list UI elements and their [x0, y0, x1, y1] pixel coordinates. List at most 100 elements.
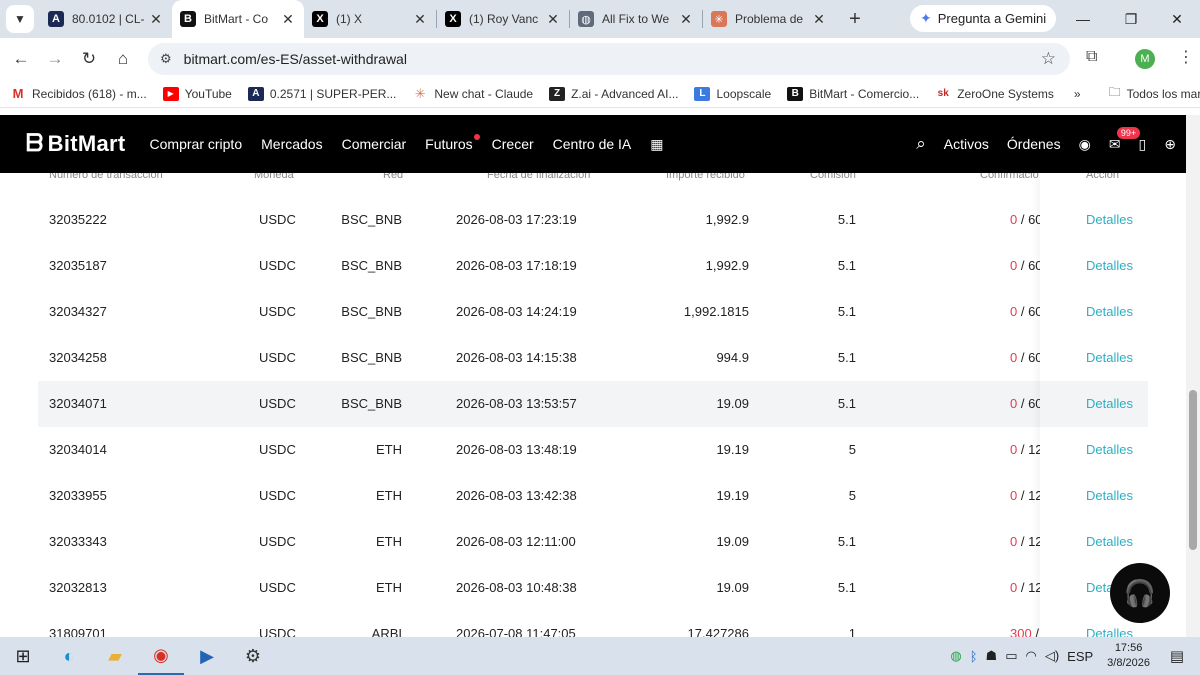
cell-confirmations: 0 / 12: [1010, 580, 1043, 595]
details-link[interactable]: Detalles: [1086, 396, 1133, 411]
site-settings-icon[interactable]: ⚙: [160, 51, 172, 67]
page-scrollbar[interactable]: [1186, 115, 1200, 637]
close-window-button[interactable]: ✕: [1154, 0, 1200, 38]
nav-item[interactable]: Comerciar: [342, 136, 407, 152]
notifications-icon[interactable]: ▤: [1162, 647, 1192, 665]
home-icon[interactable]: ⌂: [106, 49, 140, 69]
nav-item[interactable]: Centro de IA: [553, 136, 632, 152]
clock[interactable]: 17:56 3/8/2026: [1107, 641, 1150, 671]
bitmart-logo[interactable]: ᗷ BitMart: [26, 130, 126, 158]
bookmark-star-icon[interactable]: ☆: [1041, 49, 1056, 69]
reload-icon[interactable]: ↻: [72, 49, 106, 69]
close-tab-icon[interactable]: ✕: [280, 11, 296, 28]
cell-transaction-id: 32034327: [49, 304, 107, 319]
table-row[interactable]: 32033343 USDC ETH 2026-08-03 12:11:00 19.09 5…: [38, 519, 1148, 565]
browser-menu-icon[interactable]: ⋮: [1178, 47, 1194, 67]
assets-link[interactable]: Activos: [944, 136, 989, 152]
table-row[interactable]: 32032813 USDC ETH 2026-08-03 10:48:38 19.09 5…: [38, 565, 1148, 611]
table-row[interactable]: 32033955 USDC ETH 2026-08-03 13:42:38 19.19 5…: [38, 473, 1148, 519]
close-tab-icon[interactable]: ✕: [412, 11, 428, 28]
extensions-icon[interactable]: ⧉: [1086, 48, 1097, 66]
details-link[interactable]: Detalles: [1086, 212, 1133, 227]
windows-start-icon[interactable]: ⊞: [0, 637, 46, 675]
bookmark-item[interactable]: sk ZeroOne Systems: [935, 87, 1054, 101]
details-link[interactable]: Detalles: [1086, 626, 1133, 637]
forward-icon[interactable]: →: [38, 49, 72, 69]
ask-gemini-button[interactable]: ✦ Pregunta a Gemini: [910, 5, 1056, 32]
powershell-icon[interactable]: ▶: [184, 637, 230, 675]
browser-tab[interactable]: A 80.0102 | CL- ✕: [40, 0, 172, 38]
settings-gear-icon[interactable]: ⚙: [230, 637, 276, 675]
new-tab-button[interactable]: +: [841, 8, 869, 31]
details-link[interactable]: Detalles: [1086, 534, 1133, 549]
cell-transaction-id: 32034258: [49, 350, 107, 365]
apps-grid-icon[interactable]: ▦: [650, 136, 663, 153]
back-icon[interactable]: ←: [4, 49, 38, 69]
minimize-button[interactable]: —: [1060, 0, 1106, 38]
cell-transaction-id: 32032813: [49, 580, 107, 595]
download-app-icon[interactable]: ▯: [1139, 136, 1147, 153]
address-bar-row: ← → ↻ ⌂ ⚙ bitmart.com/es-ES/asset-withdr…: [0, 38, 1200, 80]
account-icon[interactable]: ◉: [1079, 136, 1091, 153]
details-link[interactable]: Detalles: [1086, 304, 1133, 319]
nav-item[interactable]: Futuros: [425, 134, 480, 152]
details-link[interactable]: Detalles: [1086, 488, 1133, 503]
bookmark-item[interactable]: M Recibidos (618) - m...: [10, 86, 147, 101]
more-bookmarks-button[interactable]: »: [1074, 87, 1081, 101]
bookmark-item[interactable]: Z Z.ai - Advanced AI...: [549, 86, 678, 101]
language-globe-icon[interactable]: ⊕: [1164, 136, 1176, 153]
confirmations-separator: /: [1017, 212, 1029, 227]
table-row[interactable]: 32034014 USDC ETH 2026-08-03 13:48:19 19.19 5…: [38, 427, 1148, 473]
bookmark-item[interactable]: B BitMart - Comercio...: [787, 86, 919, 101]
nav-item[interactable]: Comprar cripto: [150, 136, 243, 152]
bookmark-item[interactable]: A 0.2571 | SUPER-PER...: [247, 86, 396, 101]
table-row[interactable]: 31809701 USDC ARBI 2026-07-08 11:47:05 17.42…: [38, 611, 1148, 637]
table-row[interactable]: 32035222 USDC BSC_BNB 2026-08-03 17:23:19 1,…: [38, 197, 1148, 243]
details-link[interactable]: Detalles: [1086, 442, 1133, 457]
wifi-icon[interactable]: ◠: [1025, 648, 1036, 664]
battery-icon[interactable]: ▭: [1005, 648, 1017, 664]
close-tab-icon[interactable]: ✕: [545, 11, 561, 28]
table-row[interactable]: 32034258 USDC BSC_BNB 2026-08-03 14:15:38 99…: [38, 335, 1148, 381]
volume-icon[interactable]: ◁): [1045, 648, 1059, 664]
table-row[interactable]: 32034327 USDC BSC_BNB 2026-08-03 14:24:19 1,…: [38, 289, 1148, 335]
bookmark-item[interactable]: ✳ New chat - Claude: [412, 86, 533, 101]
profile-avatar[interactable]: M: [1135, 49, 1155, 69]
browser-tab[interactable]: X (1) X ✕: [304, 0, 436, 38]
browser-tab[interactable]: B BitMart - Co ✕: [172, 0, 304, 38]
nav-item[interactable]: Mercados: [261, 136, 322, 152]
edge-icon[interactable]: ◐: [46, 637, 92, 675]
chrome-icon[interactable]: ◉: [138, 637, 184, 675]
cell-amount: 994.9: [716, 350, 749, 365]
bluetooth-icon[interactable]: ᛒ: [970, 649, 978, 664]
file-explorer-icon[interactable]: ▰: [92, 637, 138, 675]
app-tray-icon[interactable]: ☗: [986, 648, 998, 664]
details-link[interactable]: Detalles: [1086, 350, 1133, 365]
nav-item[interactable]: Crecer: [492, 136, 534, 152]
close-tab-icon[interactable]: ✕: [148, 11, 164, 28]
browser-tab[interactable]: ◍ All Fix to We ✕: [570, 0, 702, 38]
close-tab-icon[interactable]: ✕: [811, 11, 827, 28]
tab-search-button[interactable]: ▼: [6, 5, 34, 33]
url-input[interactable]: ⚙ bitmart.com/es-ES/asset-withdrawal ☆: [148, 43, 1070, 75]
close-tab-icon[interactable]: ✕: [678, 11, 694, 28]
browser-tab[interactable]: ✳ Problema de ✕: [703, 0, 835, 38]
language-indicator[interactable]: ESP: [1067, 649, 1093, 664]
bookmark-item[interactable]: ▶ YouTube: [162, 86, 232, 101]
restore-button[interactable]: ❐: [1108, 0, 1154, 38]
bookmark-item[interactable]: L Loopscale: [694, 86, 771, 101]
messages-icon[interactable]: ✉ 99+: [1109, 126, 1141, 153]
search-icon[interactable]: ⌕: [916, 134, 926, 154]
details-link[interactable]: Detalles: [1086, 258, 1133, 273]
browser-tab[interactable]: X (1) Roy Vanc ✕: [437, 0, 569, 38]
table-row[interactable]: 32035187 USDC BSC_BNB 2026-08-03 17:18:19 1,…: [38, 243, 1148, 289]
support-chat-button[interactable]: 🎧: [1110, 563, 1170, 623]
page-scrollbar-thumb[interactable]: [1189, 390, 1197, 550]
all-bookmarks-folder[interactable]: 🗀Todos los marcadores: [1109, 83, 1200, 104]
main-nav: Comprar cripto Mercados Comerciar Futuros Cr…: [150, 134, 651, 152]
whatsapp-icon[interactable]: ◍: [950, 648, 961, 664]
confirmations-separator: /: [1017, 258, 1029, 273]
table-row[interactable]: 32034071 USDC BSC_BNB 2026-08-03 13:53:57 19…: [38, 381, 1148, 427]
confirmations-separator: /: [1017, 304, 1029, 319]
orders-link[interactable]: Órdenes: [1007, 136, 1061, 152]
